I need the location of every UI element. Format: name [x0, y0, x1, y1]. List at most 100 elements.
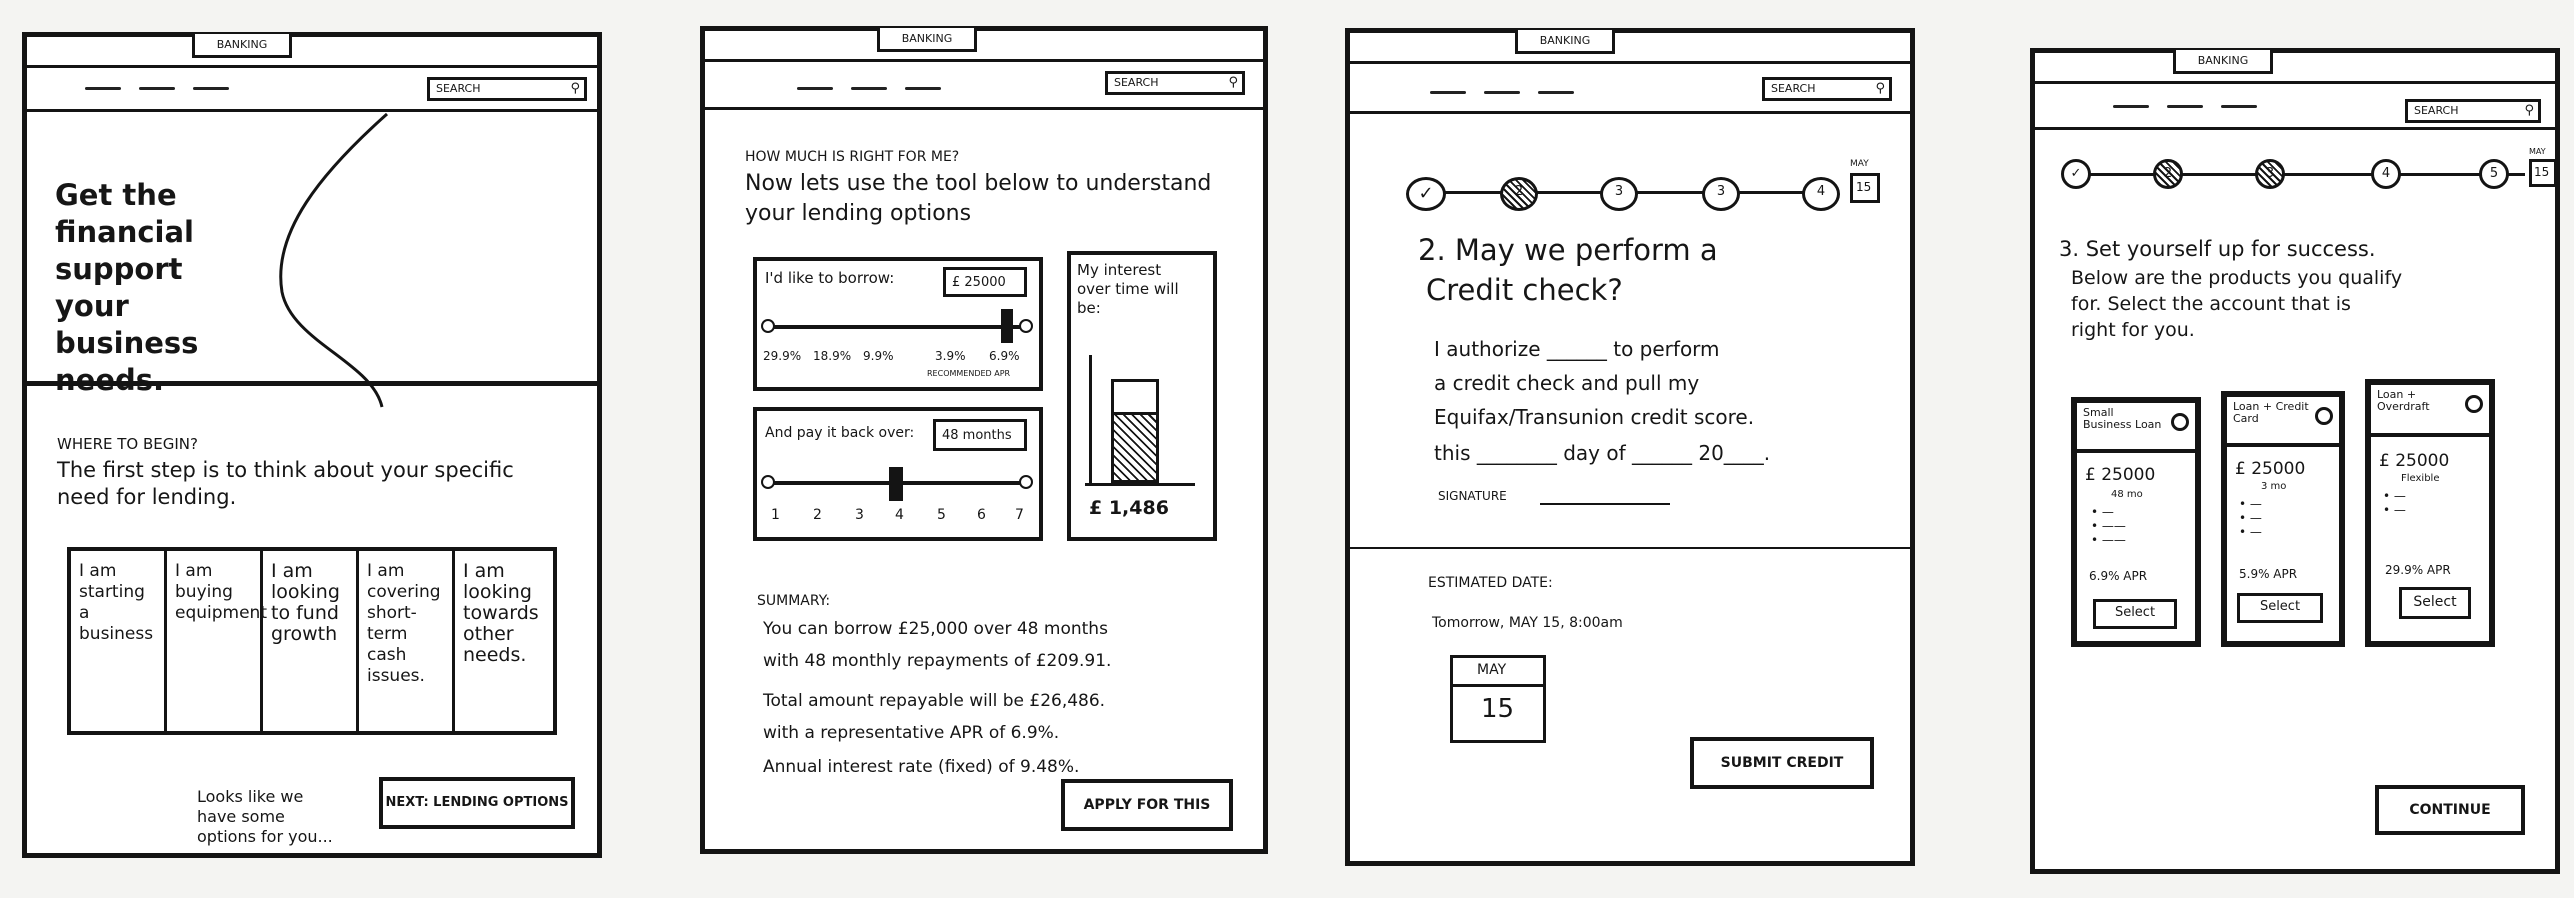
borrow-amount-input[interactable]: £ 25000 — [943, 267, 1027, 297]
search-icon[interactable]: ⚲ — [1875, 82, 1885, 96]
banking-tab[interactable]: BANKING — [877, 28, 977, 52]
month-tick: 6 — [977, 507, 986, 523]
consent-line: a credit check and pull my — [1434, 371, 1700, 395]
progress-step-3[interactable]: 3 — [2255, 159, 2285, 189]
option-starting-business[interactable]: I am starting a business — [71, 551, 167, 731]
calendar-icon: MAY 15 — [1450, 655, 1546, 743]
hero-title: Get the financial support your business … — [55, 178, 199, 397]
signature-field[interactable] — [1540, 503, 1670, 505]
consent-line: Equifax/Transunion credit score. — [1434, 405, 1755, 429]
account-name: Small Business Loan — [2083, 406, 2162, 431]
progress-step-5[interactable]: 4 — [1802, 177, 1840, 211]
date-badge-day: 15 — [2534, 165, 2550, 179]
header-bar — [705, 107, 1263, 110]
borrow-label: I'd like to borrow: — [765, 269, 895, 287]
summary-label: SUMMARY: — [757, 593, 831, 609]
search-input[interactable]: SEARCH ⚲ — [427, 77, 587, 101]
apply-for-this-button[interactable]: APPLY FOR THIS — [1061, 779, 1233, 831]
progress-step-5[interactable]: 5 — [2479, 159, 2509, 189]
option-fund-growth[interactable]: I am looking to fund growth — [263, 551, 359, 731]
banking-tab[interactable]: BANKING — [192, 34, 292, 58]
payback-label: And pay it back over: — [765, 425, 915, 441]
progress-step-2[interactable]: 2 — [1500, 177, 1538, 211]
search-input[interactable]: SEARCH ⚲ — [1762, 77, 1892, 101]
borrow-card: I'd like to borrow: £ 25000 29.9% 18.9% … — [753, 257, 1043, 391]
estimated-date-value: Tomorrow, MAY 15, 8:00am — [1432, 615, 1623, 631]
estimated-date-label: ESTIMATED DATE: — [1428, 575, 1553, 591]
account-radio[interactable] — [2465, 395, 2483, 413]
months-slider-end — [1019, 475, 1033, 489]
progress-step-1[interactable]: ✓ — [2061, 159, 2091, 189]
need-options-grid: I am starting a business I am buying equ… — [67, 547, 557, 735]
select-button[interactable]: Select — [2237, 593, 2323, 623]
months-slider-handle[interactable] — [889, 467, 903, 501]
progress-step-1[interactable]: ✓ — [1406, 177, 1446, 211]
account-radio[interactable] — [2315, 407, 2333, 425]
interest-amount: £ 1,486 — [1089, 497, 1169, 519]
apr-slider-track[interactable] — [767, 325, 1027, 329]
account-apr: 29.9% APR — [2385, 563, 2451, 577]
progress-step-4[interactable]: 4 — [2371, 159, 2401, 189]
apr-tick: 29.9% — [763, 349, 802, 363]
signature-label: SIGNATURE — [1438, 489, 1507, 503]
products-heading: right for you. — [2071, 319, 2195, 341]
banking-tab[interactable]: BANKING — [2173, 50, 2273, 74]
months-slider-start — [761, 475, 775, 489]
progress-step-4[interactable]: 3 — [1702, 177, 1740, 211]
search-icon[interactable]: ⚲ — [570, 82, 580, 96]
calendar-day: 15 — [1481, 694, 1515, 724]
account-card-loan-credit-card[interactable]: Loan + Credit Card £ 25000 3 mo • — • — … — [2221, 391, 2345, 647]
summary-line: You can borrow £25,000 over 48 months — [763, 619, 1108, 639]
hero-divider — [27, 381, 597, 386]
search-icon[interactable]: ⚲ — [2524, 104, 2534, 118]
nav-links[interactable] — [1430, 91, 1574, 94]
select-button[interactable]: Select — [2399, 587, 2471, 619]
apr-tick: 6.9% — [989, 349, 1020, 363]
select-button[interactable]: Select — [2093, 599, 2177, 629]
credit-check-heading: Credit check? — [1426, 273, 1623, 307]
option-buying-equipment[interactable]: I am buying equipment — [167, 551, 267, 731]
date-badge-month: MAY — [2529, 147, 2546, 156]
nav-links[interactable] — [85, 87, 229, 90]
account-card-business-loan[interactable]: Small Business Loan £ 25000 48 mo • — • … — [2071, 397, 2201, 647]
progress-step-2[interactable]: 2 — [2153, 159, 2183, 189]
date-badge: 15 — [1850, 173, 1880, 203]
section-divider — [1350, 547, 1910, 549]
calendar-month: MAY — [1477, 662, 1507, 678]
account-amount: £ 25000 — [2235, 459, 2306, 479]
interest-title: My interest over time will be: — [1077, 261, 1179, 317]
option-cash-issues[interactable]: I am covering short-term cash issues. — [359, 551, 455, 731]
nav-links[interactable] — [797, 87, 941, 90]
option-other-needs[interactable]: I am looking towards other needs. — [455, 551, 553, 731]
payback-months-input[interactable]: 48 months — [933, 419, 1027, 451]
screen-4-panel: BANKING SEARCH ⚲ ✓ 2 3 4 5 MAY 15 3. Set… — [2030, 48, 2560, 874]
month-tick: 7 — [1015, 507, 1024, 523]
search-input[interactable]: SEARCH ⚲ — [1105, 71, 1245, 95]
section-label: WHERE TO BEGIN? — [57, 435, 198, 453]
header-bar — [1350, 111, 1910, 114]
bullet-list: • — • — — [2383, 489, 2406, 517]
products-heading: for. Select the account that is — [2071, 293, 2351, 315]
progress-step-3[interactable]: 3 — [1600, 177, 1638, 211]
account-radio[interactable] — [2171, 413, 2189, 431]
account-card-loan-overdraft[interactable]: Loan + Overdraft £ 25000 Flexible • — • … — [2365, 379, 2495, 647]
bullet-list: • — • — • — — [2239, 497, 2262, 539]
banking-tab[interactable]: BANKING — [1515, 30, 1615, 54]
search-placeholder: SEARCH — [436, 82, 481, 95]
search-icon[interactable]: ⚲ — [1228, 76, 1238, 90]
submit-credit-button[interactable]: SUBMIT CREDIT — [1690, 737, 1874, 789]
account-name: Loan + Overdraft — [2377, 388, 2430, 413]
question-label: HOW MUCH IS RIGHT FOR ME? — [745, 149, 960, 165]
search-input[interactable]: SEARCH ⚲ — [2405, 99, 2541, 123]
account-detail: Flexible — [2401, 473, 2440, 484]
apr-slider-handle[interactable] — [1001, 309, 1013, 343]
continue-button[interactable]: CONTINUE — [2375, 785, 2525, 835]
consent-line: this ________ day of ______ 20____. — [1434, 441, 1771, 465]
products-heading: 3. Set yourself up for success. — [2059, 237, 2376, 261]
month-tick: 3 — [855, 507, 864, 523]
nav-links[interactable] — [2113, 105, 2257, 108]
account-detail: 48 mo — [2111, 489, 2143, 500]
next-lending-options-button[interactable]: NEXT: LENDING OPTIONS — [379, 777, 575, 829]
borrow-amount-value: £ 25000 — [952, 275, 1006, 290]
intro-text: The first step is to think about your sp… — [57, 458, 514, 509]
